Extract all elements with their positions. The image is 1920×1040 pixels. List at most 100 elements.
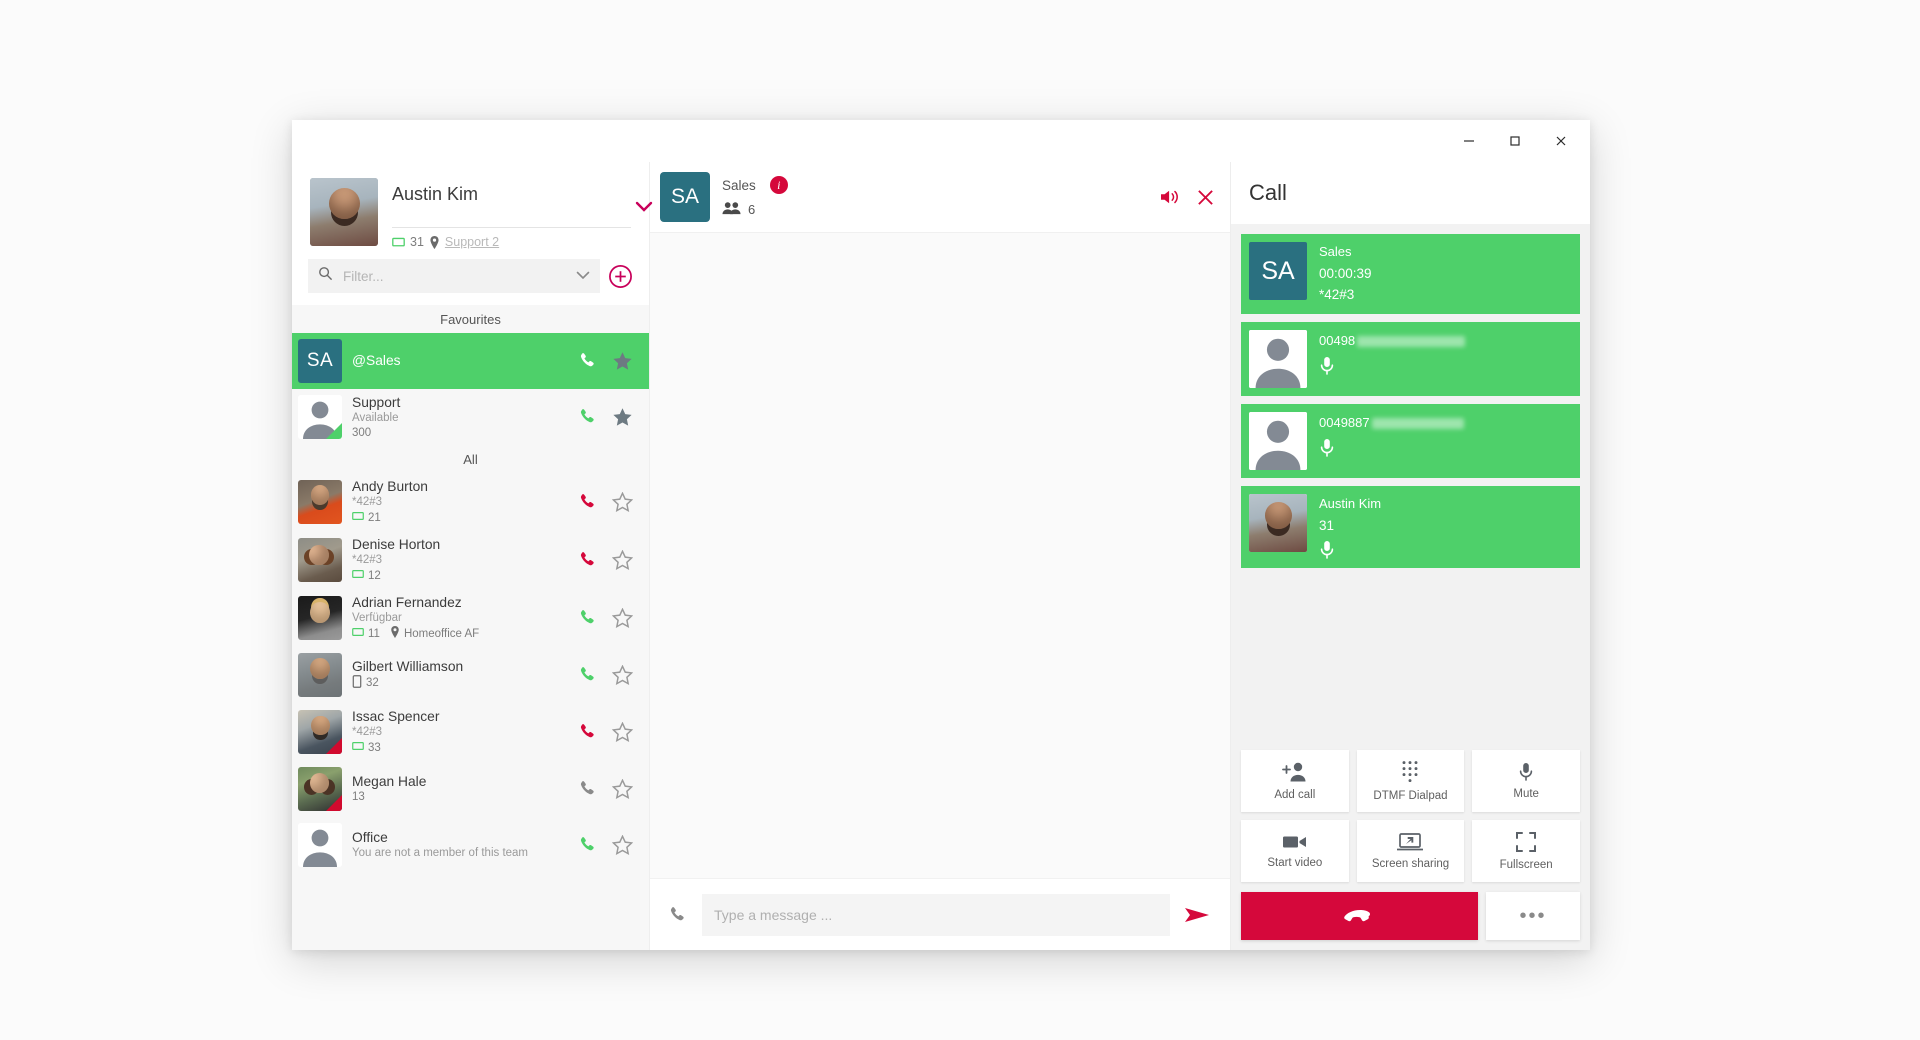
- contact-row[interactable]: Issac Spencer *42#3 33: [292, 703, 649, 761]
- contact-number-row: 21: [352, 510, 568, 526]
- message-input[interactable]: [714, 906, 1158, 923]
- filter-input[interactable]: [343, 268, 566, 284]
- close-icon[interactable]: [1197, 189, 1214, 206]
- phone-icon[interactable]: [668, 905, 688, 925]
- current-user-place[interactable]: Support 2: [445, 235, 499, 249]
- contact-name: Gilbert Williamson: [352, 658, 464, 674]
- call-icon[interactable]: [578, 608, 598, 628]
- call-control-add-call[interactable]: Add call: [1241, 750, 1349, 812]
- call-participant-card[interactable]: Austin Kim 31: [1241, 485, 1580, 569]
- call-icon[interactable]: [578, 779, 598, 799]
- contact-number: 11: [368, 627, 380, 640]
- participant-info: 0049887: [1319, 412, 1572, 470]
- contact-number-row: 300: [352, 426, 568, 440]
- favourite-star-icon[interactable]: [612, 407, 633, 427]
- call-duration: 00:00:39: [1319, 265, 1372, 281]
- call-icon[interactable]: [578, 492, 598, 512]
- participant-avatar: [1249, 493, 1307, 552]
- participant-number: *42#3: [1319, 287, 1355, 303]
- call-icon[interactable]: [578, 407, 598, 427]
- call-control-dtmf-dialpad[interactable]: DTMF Dialpad: [1356, 750, 1465, 812]
- call-control-start-video[interactable]: Start video: [1241, 820, 1349, 882]
- call-control-screen-sharing[interactable]: Screen sharing: [1356, 820, 1465, 882]
- favourite-star-icon[interactable]: [612, 351, 633, 371]
- favourite-star-icon[interactable]: [612, 721, 633, 742]
- call-control-mute[interactable]: Mute: [1472, 750, 1580, 812]
- call-participant-card[interactable]: 0049887: [1241, 403, 1580, 478]
- participant-info: Austin Kim 31: [1319, 494, 1572, 560]
- microphone-icon[interactable]: [1319, 438, 1572, 458]
- search-icon: [318, 266, 333, 286]
- contact-number-row: 12: [352, 568, 568, 584]
- hangup-row: •••: [1241, 892, 1580, 940]
- microphone-icon[interactable]: [1319, 540, 1572, 560]
- favourite-star-icon[interactable]: [612, 549, 633, 570]
- chat-panel: SA Sales i 6: [650, 162, 1230, 950]
- fullscreen-icon: [1515, 831, 1537, 853]
- contacts-list[interactable]: Favourites SA @Sales Support Available 300 All…: [292, 305, 649, 950]
- favourite-star-icon[interactable]: [612, 664, 633, 685]
- call-control-fullscreen[interactable]: Fullscreen: [1472, 820, 1580, 882]
- more-options-button[interactable]: •••: [1486, 892, 1580, 940]
- contacts-group-label: Favourites: [440, 312, 501, 327]
- favourite-star-icon[interactable]: [612, 834, 633, 855]
- contact-number-row: 33: [352, 740, 568, 756]
- contact-row[interactable]: SA @Sales: [292, 333, 649, 389]
- chevron-down-icon[interactable]: [576, 267, 590, 285]
- call-panel-header: Call: [1231, 162, 1590, 224]
- call-icon[interactable]: [578, 722, 598, 742]
- favourite-star-icon[interactable]: [612, 607, 633, 628]
- contact-name: Adrian Fernandez: [352, 594, 462, 610]
- people-icon: [722, 201, 741, 218]
- contact-row[interactable]: Gilbert Williamson 32: [292, 647, 649, 703]
- add-contact-button[interactable]: [608, 264, 633, 289]
- participant-info: 00498: [1319, 330, 1572, 388]
- call-icon[interactable]: [578, 665, 598, 685]
- send-icon[interactable]: [1184, 905, 1210, 925]
- contact-row[interactable]: Andy Burton *42#3 21: [292, 473, 649, 531]
- call-control-label: Fullscreen: [1499, 859, 1553, 871]
- microphone-icon[interactable]: [1319, 356, 1572, 376]
- contact-status: *42#3: [352, 496, 383, 509]
- contact-row[interactable]: Adrian Fernandez Verfügbar 11 Homeoffice AF: [292, 589, 649, 647]
- current-user-avatar[interactable]: [310, 178, 378, 246]
- call-icon[interactable]: [578, 835, 598, 855]
- call-controls: Add call DTMF Dialpad Mute Start video Scree…: [1231, 742, 1590, 950]
- contact-row[interactable]: Megan Hale 13: [292, 761, 649, 817]
- contact-info: Issac Spencer *42#3 33: [352, 708, 568, 756]
- favourite-star-icon[interactable]: [612, 491, 633, 512]
- message-input-wrap[interactable]: [702, 893, 1170, 936]
- info-icon[interactable]: i: [769, 176, 788, 194]
- video-camera-icon: [1282, 833, 1308, 851]
- call-icon[interactable]: [578, 550, 598, 570]
- contact-info: Office You are not a member of this team: [352, 829, 568, 861]
- call-participant-card[interactable]: 00498: [1241, 321, 1580, 396]
- close-button[interactable]: [1538, 121, 1584, 161]
- maximize-button[interactable]: [1492, 121, 1538, 161]
- contact-info: Andy Burton *42#3 21: [352, 478, 568, 526]
- contact-status: You are not a member of this team: [352, 847, 529, 860]
- contact-actions: [578, 721, 639, 742]
- call-control-label: Start video: [1267, 857, 1323, 869]
- presence-indicator: [326, 794, 342, 811]
- contact-actions: [578, 351, 639, 371]
- contact-number: 13: [352, 791, 365, 804]
- contact-row[interactable]: Support Available 300: [292, 389, 649, 445]
- desktop-background: Austin Kim 31 Support 2 Filter... Favour…: [0, 0, 1920, 1040]
- contact-avatar: [298, 652, 342, 697]
- contact-row[interactable]: Denise Horton *42#3 12: [292, 531, 649, 589]
- minimize-button[interactable]: [1446, 121, 1492, 161]
- contact-name: Support: [352, 395, 401, 410]
- current-user-extension: 31: [410, 235, 424, 249]
- filter-box[interactable]: [308, 259, 600, 293]
- chevron-down-icon[interactable]: [635, 200, 653, 218]
- call-icon[interactable]: [578, 351, 598, 371]
- monitor-icon: [392, 236, 405, 249]
- favourite-star-icon[interactable]: [612, 778, 633, 799]
- contact-name: Megan Hale: [352, 774, 427, 790]
- hangup-button[interactable]: [1241, 892, 1478, 940]
- call-participant-card[interactable]: SA Sales 00:00:39 *42#3: [1241, 234, 1580, 314]
- contact-status: *42#3: [352, 554, 383, 567]
- speaker-on-icon[interactable]: [1159, 188, 1181, 206]
- contact-row[interactable]: Office You are not a member of this team: [292, 817, 649, 873]
